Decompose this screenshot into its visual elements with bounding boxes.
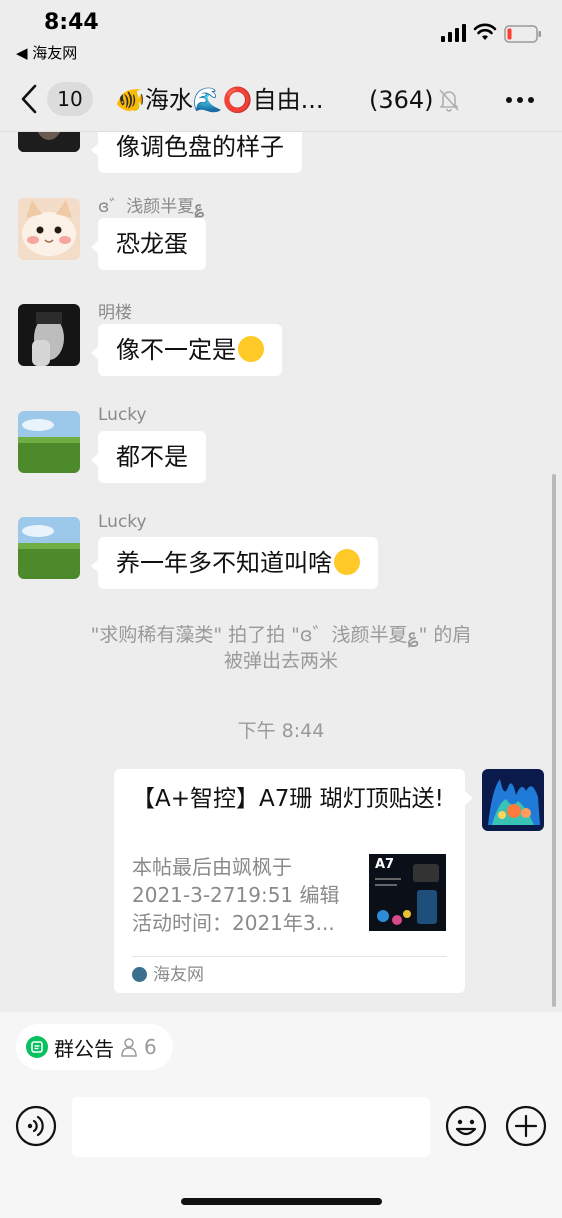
message-bubble[interactable]: 恐龙蛋: [91, 218, 206, 270]
card-divider: [132, 956, 447, 957]
avatar[interactable]: [18, 517, 80, 579]
time-divider: 下午 8:44: [237, 720, 325, 742]
voice-input-icon[interactable]: [15, 1105, 57, 1147]
message-text: 像不一定是: [116, 336, 236, 364]
notice-icon: [26, 1036, 48, 1058]
group-title: 🐠海水🌊⭕自由...: [115, 86, 324, 114]
card-description: 本帖最后由飒枫于 2021-3-2719:51 编辑 活动时间：2021年3..…: [132, 853, 352, 937]
card-description-line: 2021-3-2719:51 编辑: [132, 883, 340, 907]
card-description-line: 本帖最后由飒枫于: [132, 855, 292, 879]
input-panel: 群公告 6: [0, 1012, 562, 1218]
system-message-line: 被弹出去两米: [223, 650, 338, 672]
chat-header: 10 🐠海水🌊⭕自由... (364): [0, 66, 562, 132]
card-source-label: 海友网: [153, 965, 204, 985]
message-bubble[interactable]: 像不一定是: [91, 324, 282, 376]
card-thumbnail-label: A7: [375, 857, 395, 872]
back-to-app-link[interactable]: ◀ 海友网: [16, 42, 77, 63]
system-message: "求购稀有藻类" 拍了拍 "ɞ゛浅颜半夏ּ؏" 的肩 被弹出去两米: [30, 622, 532, 674]
group-notice-chip[interactable]: 群公告 6: [16, 1024, 173, 1070]
message-text: 像调色盘的样子: [116, 133, 284, 161]
unread-count-badge[interactable]: 10: [47, 82, 93, 116]
scrollbar[interactable]: [552, 474, 556, 1007]
crying-emoji-icon: [334, 549, 360, 575]
message-list[interactable]: 像调色盘的样子 ɞ゛浅颜半夏ּ؏ 恐龙蛋 明楼 像不一定是 Lucky 都不是 …: [0, 132, 562, 1012]
person-icon: [121, 1038, 137, 1057]
mute-bell-icon: [439, 89, 459, 112]
card-thumbnail: A7: [369, 854, 446, 931]
message-bubble[interactable]: 养一年多不知道叫啥: [91, 537, 378, 589]
wifi-icon: [473, 23, 497, 40]
notice-label: 群公告: [54, 1036, 114, 1061]
member-count: (364): [369, 86, 434, 114]
plus-icon[interactable]: [505, 1105, 547, 1147]
sender-name: Lucky: [98, 405, 147, 425]
card-source: 海友网: [132, 962, 204, 988]
sender-name: ɞ゛浅颜半夏ּ؏: [98, 197, 205, 217]
avatar[interactable]: [18, 132, 80, 152]
battery-low-icon: [504, 25, 541, 43]
emoji-icon[interactable]: [445, 1105, 487, 1147]
avatar[interactable]: [18, 198, 80, 260]
avatar[interactable]: [18, 304, 80, 366]
card-title: 【A+智控】A7珊 瑚灯顶贴送!: [132, 786, 444, 812]
message-text: 恐龙蛋: [116, 230, 188, 258]
chevron-left-icon[interactable]: [18, 82, 40, 116]
system-message-line: "求购稀有藻类" 拍了拍 "ɞ゛浅颜半夏ּ؏" 的肩: [90, 624, 472, 646]
message-bubble[interactable]: 都不是: [91, 431, 206, 483]
my-avatar[interactable]: [482, 769, 544, 831]
message-text: 都不是: [116, 443, 188, 471]
message-input[interactable]: [72, 1097, 430, 1157]
message-text: 养一年多不知道叫啥: [116, 549, 332, 577]
grinning-sweat-emoji-icon: [238, 336, 264, 362]
card-description-line: 活动时间：2021年3...: [132, 911, 335, 935]
source-app-icon: [132, 967, 147, 982]
message-bubble[interactable]: 像调色盘的样子: [91, 132, 302, 173]
home-indicator[interactable]: [181, 1198, 382, 1205]
link-card[interactable]: 【A+智控】A7珊 瑚灯顶贴送! 本帖最后由飒枫于 2021-3-2719:51…: [114, 769, 473, 993]
status-time: 8:44: [44, 10, 99, 35]
more-icon[interactable]: [505, 96, 535, 104]
status-bar: 8:44 ◀ 海友网: [0, 0, 562, 66]
sender-name: Lucky: [98, 512, 147, 532]
notice-count: 6: [144, 1035, 157, 1059]
sender-name: 明楼: [98, 303, 132, 323]
avatar[interactable]: [18, 411, 80, 473]
cellular-signal-icon: [441, 24, 466, 42]
